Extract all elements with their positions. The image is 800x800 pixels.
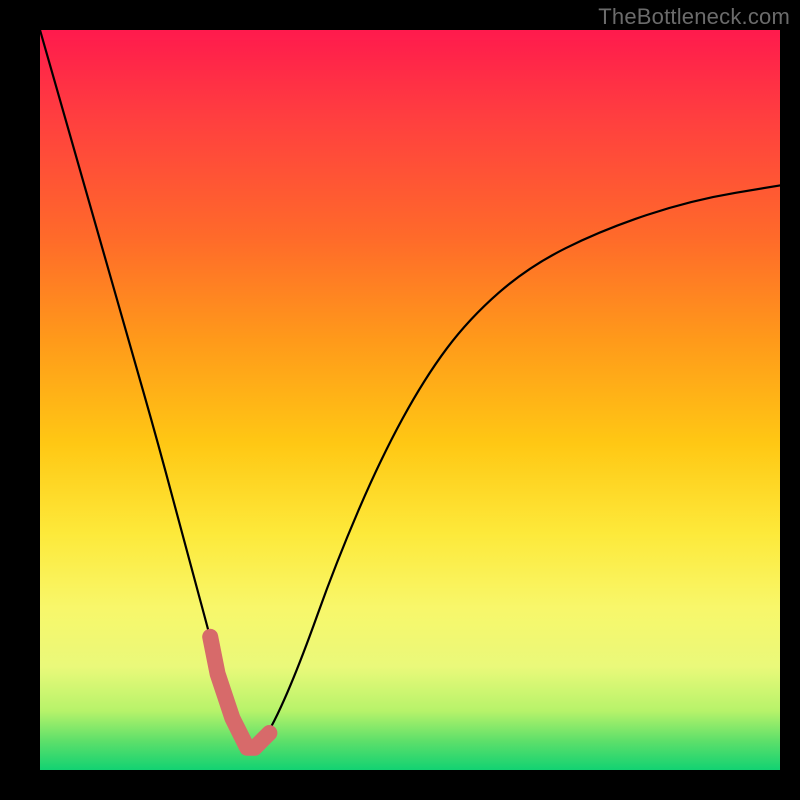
near-zero-highlight-path	[210, 637, 269, 748]
watermark-text: TheBottleneck.com	[598, 4, 790, 30]
chart-frame: TheBottleneck.com	[0, 0, 800, 800]
bottleneck-curve-path	[40, 30, 780, 744]
curve-svg	[40, 30, 780, 770]
plot-area	[40, 30, 780, 770]
